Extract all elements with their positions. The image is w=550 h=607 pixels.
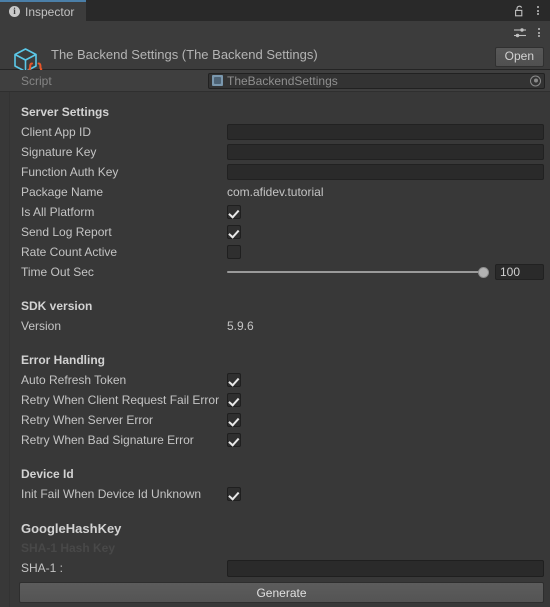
row-time-out-sec: Time Out Sec 100: [0, 262, 550, 282]
retry-client-request-fail-label: Retry When Client Request Fail Error: [21, 393, 220, 407]
sha1-label: SHA-1 :: [21, 561, 64, 575]
row-send-log-report: Send Log Report: [0, 222, 550, 242]
script-row: Script TheBackendSettings: [0, 70, 550, 92]
script-field[interactable]: TheBackendSettings: [208, 72, 545, 89]
row-retry-client-request-fail: Retry When Client Request Fail Error: [0, 390, 550, 410]
info-icon: i: [9, 6, 20, 17]
sha1-input[interactable]: [227, 559, 544, 577]
row-version: Version 5.9.6: [0, 316, 550, 336]
row-init-fail-device-id: Init Fail When Device Id Unknown: [0, 484, 550, 504]
row-auto-refresh-token: Auto Refresh Token: [0, 370, 550, 390]
tab-inspector[interactable]: i Inspector: [0, 0, 87, 21]
section-device-id: Device Id: [21, 467, 74, 481]
generate-button[interactable]: Generate: [19, 582, 544, 603]
is-all-platform-label: Is All Platform: [21, 205, 95, 219]
kebab-menu-icon[interactable]: [535, 4, 541, 17]
rate-count-active-label: Rate Count Active: [21, 245, 118, 259]
retry-server-error-label: Retry When Server Error: [21, 413, 154, 427]
time-out-sec-control: 100: [227, 264, 544, 280]
init-fail-device-id-checkbox[interactable]: [227, 487, 241, 501]
inspector-body: Script TheBackendSettings Server Setting…: [0, 70, 550, 607]
send-log-report-checkbox[interactable]: [227, 225, 241, 239]
section-server-settings: Server Settings: [21, 105, 110, 119]
section-error-handling: Error Handling: [21, 353, 106, 367]
page-title: The Backend Settings (The Backend Settin…: [51, 47, 318, 62]
tab-bar-actions: [514, 0, 550, 21]
row-function-auth-key: Function Auth Key: [0, 162, 550, 182]
preset-settings-icon[interactable]: [513, 27, 527, 39]
package-name-label: Package Name: [21, 185, 104, 199]
version-label: Version: [21, 319, 62, 333]
tab-inspector-label: Inspector: [25, 4, 75, 19]
script-value: TheBackendSettings: [227, 73, 338, 88]
time-out-sec-input[interactable]: 100: [495, 264, 544, 280]
row-rate-count-active: Rate Count Active: [0, 242, 550, 262]
open-button[interactable]: Open: [494, 47, 544, 67]
auto-refresh-token-checkbox[interactable]: [227, 373, 241, 387]
tab-bar: i Inspector: [0, 0, 550, 21]
time-out-sec-label: Time Out Sec: [21, 265, 94, 279]
tab-bar-spacer: [86, 0, 514, 21]
row-signature-key: Signature Key: [0, 142, 550, 162]
time-out-sec-slider[interactable]: [227, 265, 489, 279]
row-is-all-platform: Is All Platform: [0, 202, 550, 222]
package-name-value: com.afidev.tutorial: [227, 185, 324, 199]
unity-inspector-window: i Inspector The Backend Settings (The Ba…: [0, 0, 550, 607]
section-google-hash-key: GoogleHashKey: [21, 520, 122, 536]
function-auth-key-input[interactable]: [227, 164, 544, 180]
header-tools: [513, 26, 542, 39]
client-app-id-label: Client App ID: [21, 125, 92, 139]
inspector-header: The Backend Settings (The Backend Settin…: [0, 21, 550, 77]
section-sdk-version: SDK version: [21, 299, 93, 313]
object-picker-icon[interactable]: [530, 75, 541, 86]
retry-client-request-fail-checkbox[interactable]: [227, 393, 241, 407]
client-app-id-input[interactable]: [227, 124, 544, 140]
lock-open-icon[interactable]: [514, 5, 525, 17]
send-log-report-label: Send Log Report: [21, 225, 112, 239]
retry-server-error-checkbox[interactable]: [227, 413, 241, 427]
header-kebab-menu-icon[interactable]: [536, 26, 542, 39]
rate-count-active-checkbox[interactable]: [227, 245, 241, 259]
row-sha1: SHA-1 :: [0, 558, 550, 578]
version-value: 5.9.6: [227, 319, 254, 333]
row-package-name: Package Name com.afidev.tutorial: [0, 182, 550, 202]
auto-refresh-token-label: Auto Refresh Token: [21, 373, 127, 387]
function-auth-key-label: Function Auth Key: [21, 165, 119, 179]
slider-handle[interactable]: [478, 266, 489, 278]
retry-bad-signature-label: Retry When Bad Signature Error: [21, 433, 194, 447]
section-sha1-hash-key: SHA-1 Hash Key: [21, 541, 116, 555]
is-all-platform-checkbox[interactable]: [227, 205, 241, 219]
csharp-script-icon: [212, 75, 223, 86]
row-retry-bad-signature: Retry When Bad Signature Error: [0, 430, 550, 450]
script-label: Script: [21, 73, 52, 88]
signature-key-label: Signature Key: [21, 145, 97, 159]
slider-track: [227, 271, 487, 273]
row-retry-server-error: Retry When Server Error: [0, 410, 550, 430]
retry-bad-signature-checkbox[interactable]: [227, 433, 241, 447]
signature-key-input[interactable]: [227, 144, 544, 160]
row-client-app-id: Client App ID: [0, 122, 550, 142]
init-fail-device-id-label: Init Fail When Device Id Unknown: [21, 487, 202, 501]
